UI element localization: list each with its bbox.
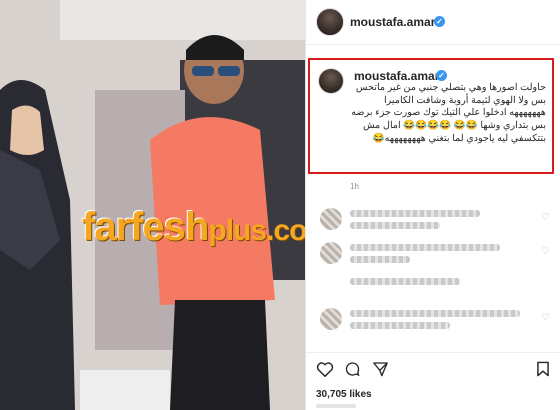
watermark: farfeshplus.com [82,205,305,250]
list-item [312,272,552,302]
heart-icon[interactable] [316,361,334,377]
blurred-comment [350,278,460,285]
heart-icon[interactable]: ♡ [541,246,550,257]
list-item: ♡ [312,306,552,336]
caption-text: حاولت اصورها وهي بتصلي جنبي من غير ماتحس… [351,82,546,144]
caption-username[interactable]: moustafa.amar [354,69,439,83]
blurred-comment [350,244,500,251]
post-header: moustafa.amar ✓ [306,0,560,45]
blurred-avatar [320,242,342,264]
blurred-date [316,404,356,408]
share-icon[interactable] [372,361,389,377]
blurred-avatar [320,208,342,230]
list-item: ♡ [312,240,552,270]
caption-highlight: moustafa.amar ✓ حاولت اصورها وهي بتصلي ج… [308,58,554,174]
post-panel: moustafa.amar ✓ moustafa.amar ✓ حاولت اص… [305,0,560,410]
avatar[interactable] [316,8,344,36]
post-time: 1h [350,182,359,191]
caption-avatar[interactable] [318,68,344,94]
verified-icon: ✓ [436,70,447,81]
comment-icon[interactable] [344,361,361,377]
heart-icon[interactable]: ♡ [541,312,550,323]
list-item: ♡ [312,206,552,236]
blurred-comment [350,256,410,263]
blurred-comment [350,322,450,329]
blurred-comment [350,210,480,217]
blurred-comment [350,222,440,229]
post-photo[interactable]: farfeshplus.com [0,0,305,410]
blurred-comment [350,310,520,317]
watermark-main: farfesh [82,205,209,249]
verified-icon: ✓ [434,16,445,27]
heart-icon[interactable]: ♡ [541,212,550,223]
username-link[interactable]: moustafa.amar [350,15,435,29]
blurred-avatar [320,308,342,330]
action-bar [306,352,560,381]
likes-count[interactable]: 30,705 likes [316,389,372,400]
bookmark-icon[interactable] [536,361,550,377]
watermark-plus: plus.com [208,214,305,247]
